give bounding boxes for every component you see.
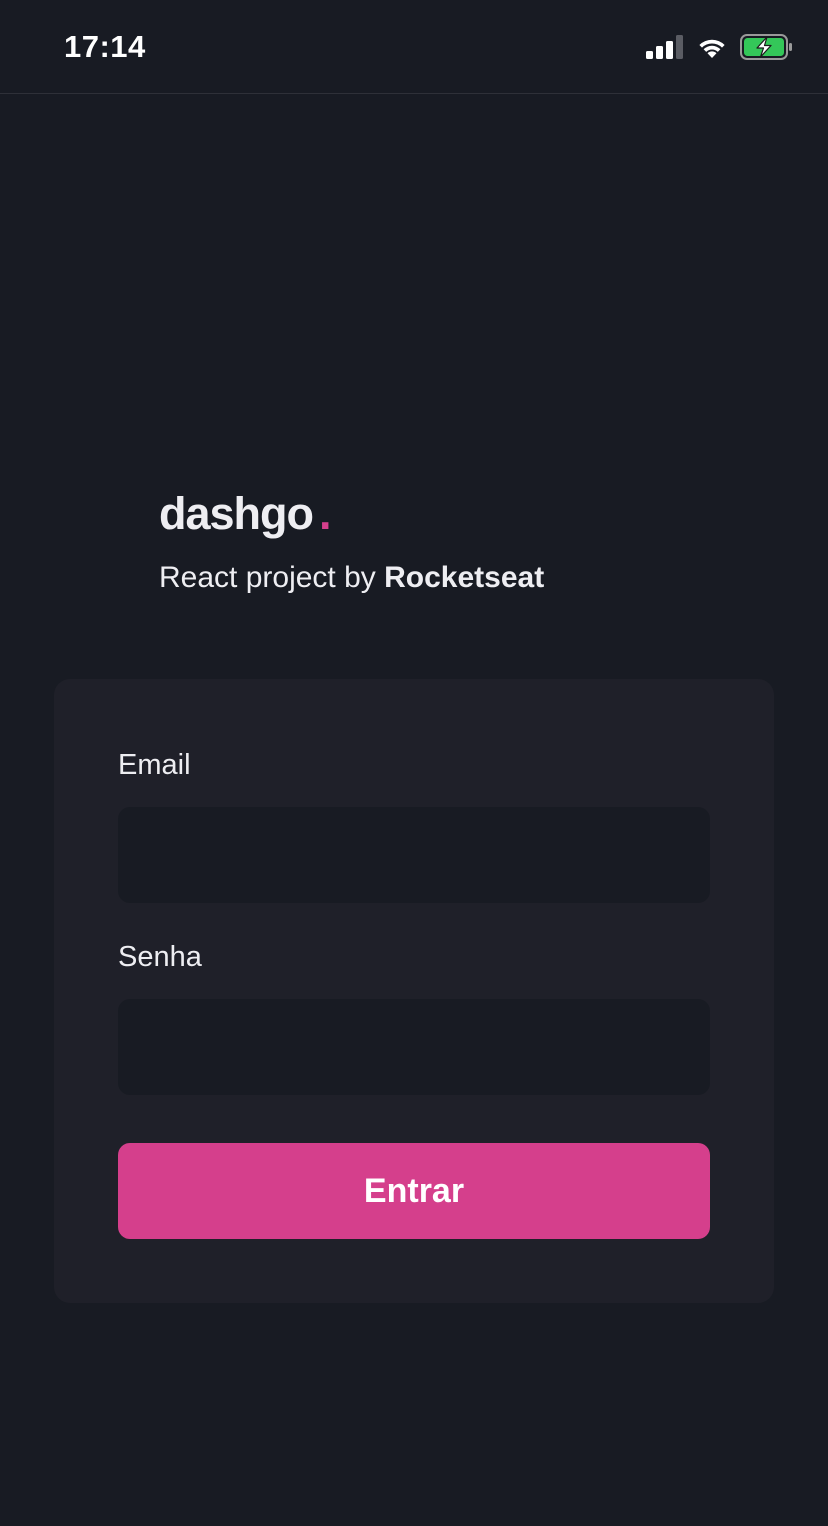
sign-in-form: Email Senha Entrar (54, 679, 774, 1303)
logo: dashgo. (159, 486, 544, 542)
status-bar: 17:14 (0, 0, 828, 94)
logo-dot: . (319, 488, 331, 539)
email-label: Email (118, 749, 191, 781)
submit-button[interactable]: Entrar (118, 1143, 710, 1239)
battery-charging-icon (740, 33, 794, 65)
status-time: 17:14 (64, 29, 146, 64)
wifi-icon (696, 35, 728, 64)
tagline-prefix: React project by (159, 561, 385, 594)
status-icons (646, 33, 794, 65)
tagline-author: Rocketseat (384, 561, 545, 594)
logo-text: dashgo (159, 488, 314, 539)
email-field[interactable] (118, 807, 710, 903)
password-field[interactable] (118, 999, 710, 1095)
brand-header: dashgo. React project by Rocketseat (159, 486, 544, 598)
cellular-signal-icon (646, 34, 684, 64)
password-label: Senha (118, 941, 202, 973)
tagline: React project by Rocketseat (159, 558, 544, 598)
